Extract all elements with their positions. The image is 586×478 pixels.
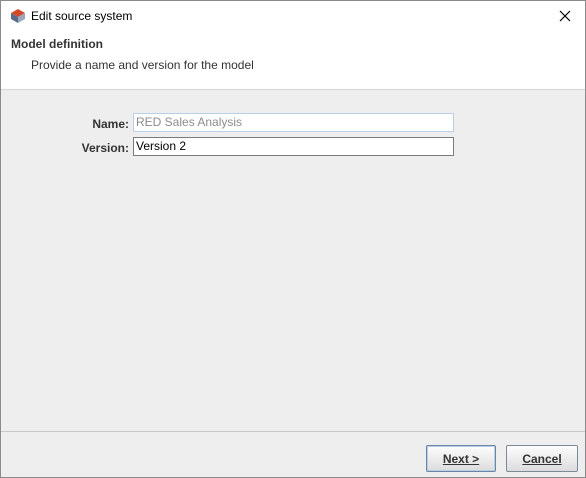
version-field[interactable]: Version 2 (133, 137, 454, 156)
name-label: Name: (92, 117, 129, 131)
version-label: Version: (81, 141, 129, 155)
button-bar: Next > Cancel (1, 431, 585, 477)
wizard-header: Model definition Provide a name and vers… (1, 31, 585, 90)
dialog-window: Edit source system Model definition Prov… (0, 0, 586, 478)
form-panel: Name: RED Sales Analysis Version: Versio… (1, 91, 585, 431)
window-title: Edit source system (31, 9, 133, 23)
close-icon[interactable] (545, 1, 585, 31)
title-bar: Edit source system (1, 1, 585, 31)
header-description: Provide a name and version for the model (31, 58, 254, 72)
cancel-button[interactable]: Cancel (506, 445, 578, 472)
next-button[interactable]: Next > (426, 445, 496, 472)
header-title: Model definition (11, 37, 103, 51)
app-icon (9, 8, 27, 24)
name-field[interactable]: RED Sales Analysis (133, 113, 454, 132)
